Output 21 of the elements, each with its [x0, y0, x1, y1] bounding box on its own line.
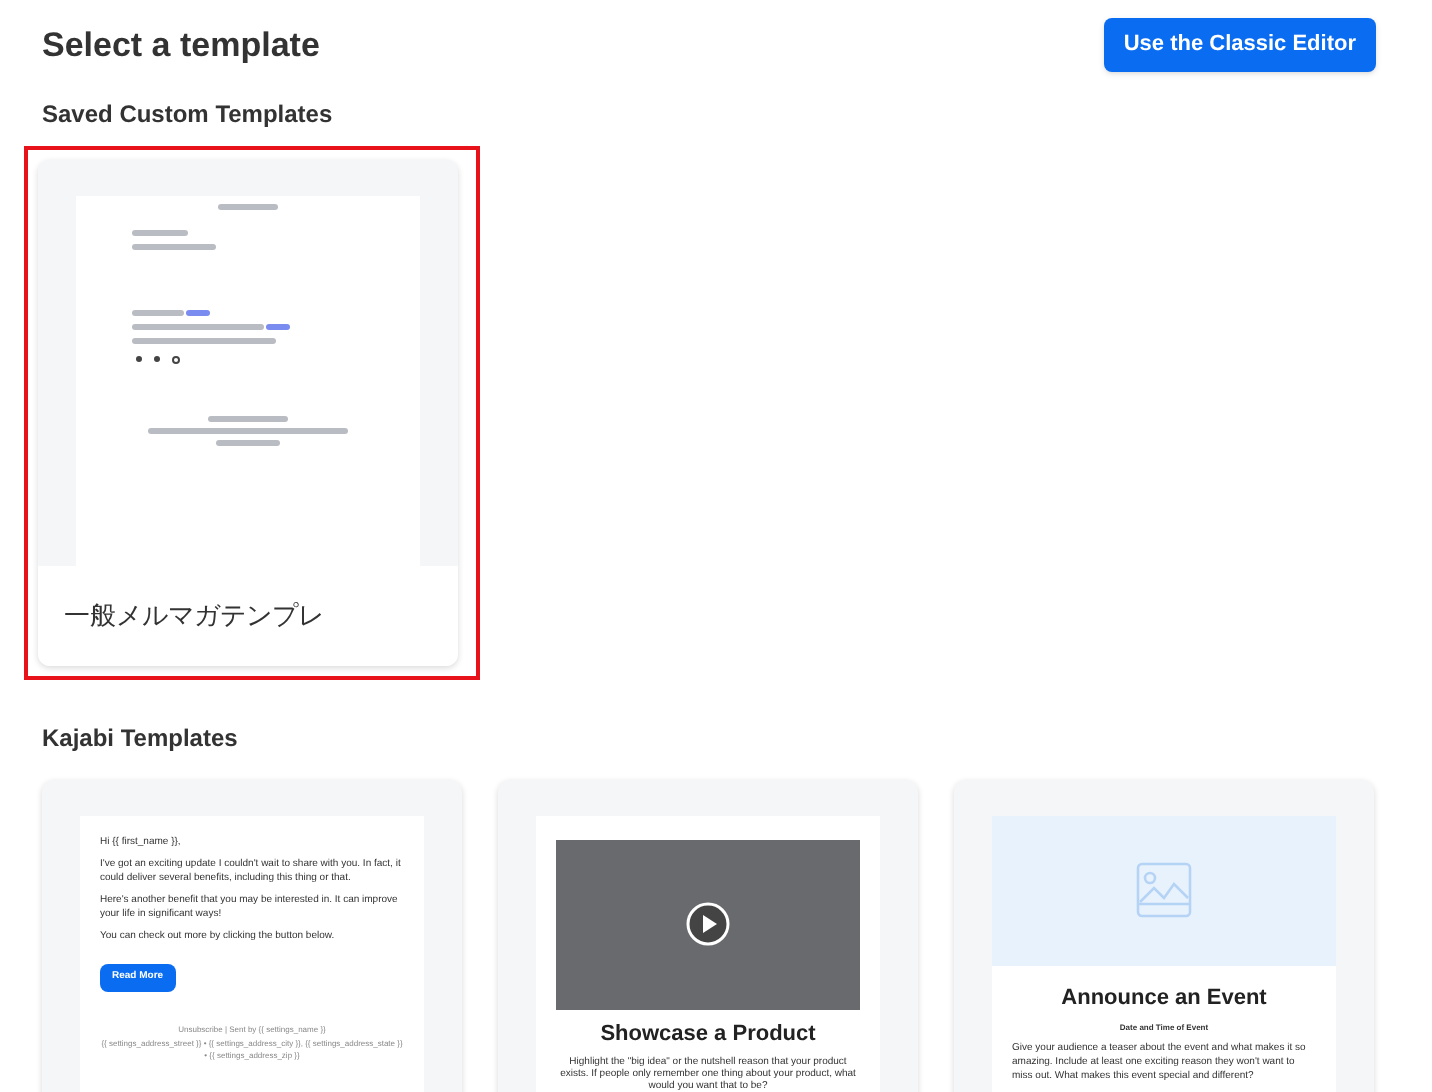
page-title: Select a template — [42, 23, 320, 67]
section-heading: Kajabi Templates — [42, 721, 240, 755]
social-icon — [136, 355, 142, 361]
image-icon — [1136, 862, 1192, 918]
text-line — [216, 439, 280, 445]
play-icon — [686, 902, 730, 946]
template-title: Announce an Event — [1061, 983, 1267, 1013]
text-line — [218, 203, 278, 209]
template-name: 一般メルマガテンプレ — [64, 597, 324, 634]
template-card[interactable] — [954, 779, 1374, 1092]
classic-editor-button[interactable]: Use the Classic Editor — [1103, 18, 1376, 71]
template-title: Showcase a Product — [600, 1019, 816, 1049]
text-line — [132, 243, 216, 249]
template-card[interactable]: 一般メルマガテンプレ — [24, 145, 480, 679]
social-icon — [172, 355, 180, 363]
text-line — [132, 229, 188, 235]
section-heading: Saved Custom Templates — [42, 97, 335, 131]
text-line — [208, 415, 288, 421]
social-icon — [154, 355, 160, 361]
text-line — [132, 337, 276, 343]
template-card[interactable] — [42, 779, 462, 1092]
